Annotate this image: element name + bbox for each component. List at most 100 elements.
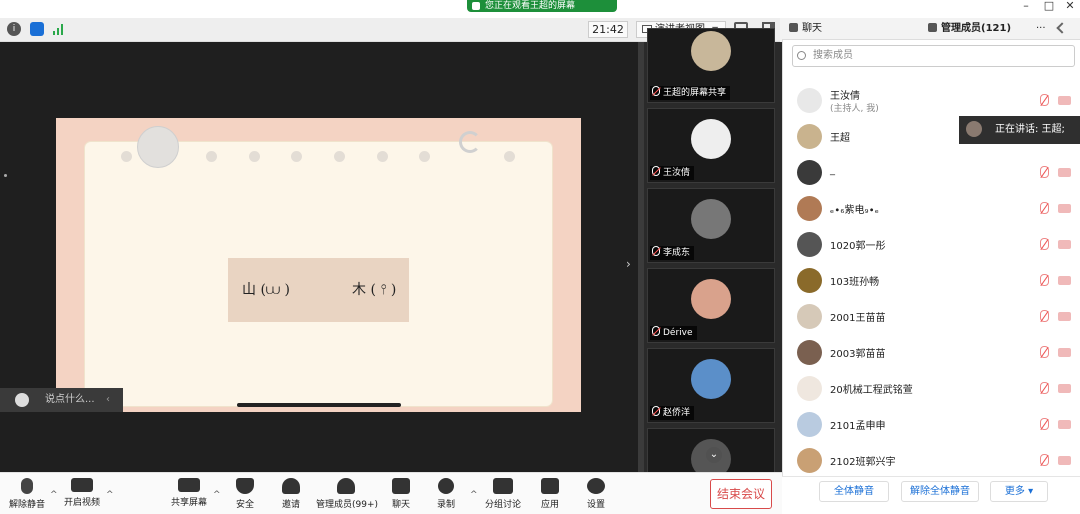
mic-off-icon[interactable] bbox=[1040, 202, 1049, 214]
emoji-icon[interactable] bbox=[15, 393, 29, 407]
mic-off-icon[interactable] bbox=[1040, 274, 1049, 286]
chat-button[interactable]: 聊天 bbox=[376, 478, 426, 510]
camera-off-icon[interactable] bbox=[1058, 276, 1071, 285]
search-input[interactable]: 搜索成员 bbox=[792, 45, 1075, 67]
mic-off-icon[interactable] bbox=[1040, 346, 1049, 358]
video-tile[interactable]: 李成东 bbox=[647, 188, 775, 263]
slide-char-tree: 木 ( ⫯ ) bbox=[352, 282, 397, 298]
apps-grid-icon bbox=[541, 478, 559, 494]
chat-icon bbox=[789, 23, 798, 32]
video-tile[interactable]: 王超的屏幕共享 bbox=[647, 28, 775, 103]
member-row[interactable] bbox=[782, 406, 1080, 442]
member-avatar bbox=[797, 448, 822, 473]
member-row[interactable] bbox=[782, 298, 1080, 334]
member-row[interactable] bbox=[782, 226, 1080, 262]
settings-button[interactable]: 设置 bbox=[571, 478, 621, 510]
more-button[interactable]: 更多 ▾ bbox=[990, 481, 1048, 502]
minimize-button[interactable]: – bbox=[1016, 0, 1036, 14]
breakout-rooms-button[interactable]: 分组讨论 bbox=[478, 478, 528, 510]
more-options-button[interactable]: ··· bbox=[1036, 18, 1046, 40]
mic-off-icon[interactable] bbox=[1040, 454, 1049, 466]
member-name: 王超 bbox=[830, 133, 850, 144]
member-row[interactable] bbox=[782, 154, 1080, 190]
search-icon bbox=[797, 51, 806, 60]
member-avatar bbox=[797, 232, 822, 257]
mic-off-icon bbox=[652, 86, 660, 96]
banner-text: 您正在观看王超的屏幕 bbox=[485, 1, 576, 11]
mute-all-button[interactable]: 全体静音 bbox=[819, 481, 889, 502]
camera-off-icon[interactable] bbox=[1058, 204, 1071, 213]
member-row[interactable] bbox=[782, 442, 1080, 478]
stage-dot bbox=[4, 174, 7, 177]
chevron-right-icon[interactable]: › bbox=[626, 257, 631, 271]
record-button[interactable]: 录制 bbox=[421, 478, 471, 510]
member-row[interactable] bbox=[782, 370, 1080, 406]
camera-off-icon[interactable] bbox=[1058, 348, 1071, 357]
members-icon bbox=[337, 478, 355, 494]
participant-avatar bbox=[691, 359, 731, 399]
unmute-all-button[interactable]: 解除全体静音 bbox=[901, 481, 979, 502]
camera-off-icon[interactable] bbox=[1058, 96, 1071, 105]
member-role: (主持人, 我) bbox=[830, 104, 879, 114]
camera-off-icon[interactable] bbox=[1058, 240, 1071, 249]
close-button[interactable]: ✕ bbox=[1060, 0, 1080, 14]
mic-off-icon[interactable] bbox=[1040, 310, 1049, 322]
slide-scrollbar[interactable] bbox=[237, 403, 401, 407]
maximize-button[interactable]: □ bbox=[1039, 0, 1059, 14]
mic-off-icon[interactable] bbox=[1040, 238, 1049, 250]
member-row[interactable] bbox=[782, 82, 1080, 118]
apps-button[interactable]: 应用 bbox=[525, 478, 575, 510]
record-options-caret[interactable]: ^ bbox=[470, 490, 478, 500]
tile-name-label: 赵侨洋 bbox=[650, 406, 695, 420]
security-button[interactable]: 安全 bbox=[220, 478, 270, 510]
end-meeting-button[interactable]: 结束会议 bbox=[710, 479, 772, 509]
share-screen-button[interactable]: 共享屏幕 bbox=[164, 478, 214, 508]
start-video-button[interactable]: 开启视频 bbox=[57, 478, 107, 508]
video-tile[interactable]: 王汝倩 bbox=[647, 108, 775, 183]
member-name: 103班孙畅 bbox=[830, 277, 880, 288]
member-row[interactable] bbox=[782, 262, 1080, 298]
binder-hole bbox=[334, 151, 345, 162]
mic-off-icon[interactable] bbox=[1040, 94, 1049, 106]
camera-off-icon[interactable] bbox=[1058, 384, 1071, 393]
mic-off-icon[interactable] bbox=[1040, 418, 1049, 430]
tile-name-label: Dérive bbox=[650, 326, 697, 340]
participant-avatar bbox=[691, 119, 731, 159]
signal-icon[interactable] bbox=[53, 24, 65, 35]
slide-char-mountain: 山 (⩊ ) bbox=[242, 282, 290, 298]
member-name: 2102班郭兴宇 bbox=[830, 457, 896, 468]
tile-name-label: 王汝倩 bbox=[650, 166, 695, 180]
binder-hole bbox=[504, 151, 515, 162]
gear-icon bbox=[587, 478, 605, 494]
member-avatar bbox=[797, 124, 822, 149]
participant-avatar bbox=[691, 31, 731, 71]
tab-chat[interactable]: 聊天 bbox=[789, 18, 822, 40]
tab-members[interactable]: 管理成员(121) bbox=[928, 18, 1011, 40]
mic-off-icon[interactable] bbox=[1040, 382, 1049, 394]
binder-hole bbox=[419, 151, 430, 162]
binder-hole bbox=[377, 151, 388, 162]
video-tile[interactable]: Dérive bbox=[647, 268, 775, 343]
mic-off-icon[interactable] bbox=[1040, 166, 1049, 178]
scroll-down-icon[interactable]: ⌄ bbox=[706, 447, 722, 463]
video-tile[interactable]: 赵侨洋 bbox=[647, 348, 775, 423]
shield-icon bbox=[236, 478, 254, 494]
camera-off-icon[interactable] bbox=[1058, 420, 1071, 429]
video-options-caret[interactable]: ^ bbox=[106, 490, 114, 500]
collapse-chat-icon[interactable]: ‹ bbox=[106, 388, 110, 412]
screen-share-banner[interactable]: 您正在观看王超的屏幕 bbox=[467, 0, 617, 12]
member-row[interactable] bbox=[782, 334, 1080, 370]
camera-off-icon[interactable] bbox=[1058, 312, 1071, 321]
member-row[interactable] bbox=[782, 190, 1080, 226]
invite-button[interactable]: 邀请 bbox=[266, 478, 316, 510]
unmute-button[interactable]: 解除静音 bbox=[2, 478, 52, 510]
participant-avatar bbox=[691, 279, 731, 319]
tile-name-text: Dérive bbox=[663, 328, 693, 338]
shield-icon[interactable] bbox=[30, 22, 44, 36]
camera-off-icon[interactable] bbox=[1058, 456, 1071, 465]
camera-off-icon[interactable] bbox=[1058, 168, 1071, 177]
chat-input[interactable]: 说点什么... bbox=[45, 388, 95, 412]
manage-members-button[interactable]: 管理成员(99+) bbox=[316, 478, 378, 510]
info-icon[interactable]: i bbox=[7, 22, 21, 36]
member-avatar bbox=[797, 412, 822, 437]
